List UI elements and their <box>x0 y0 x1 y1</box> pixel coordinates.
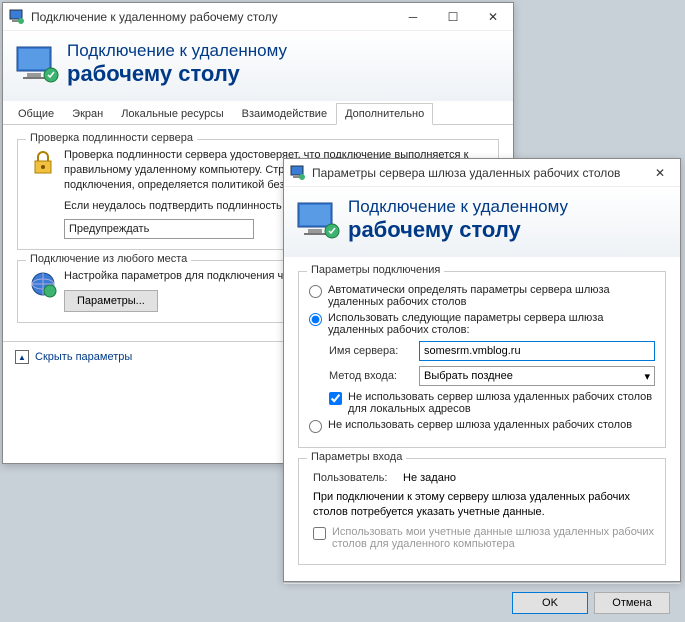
server-auth-legend: Проверка подлинности сервера <box>26 132 197 144</box>
radio-auto-detect[interactable]: Автоматически определять параметры серве… <box>309 284 655 308</box>
logon-params-legend: Параметры входа <box>307 451 406 463</box>
titlebar[interactable]: Параметры сервера шлюза удаленных рабочи… <box>284 159 680 187</box>
chevron-down-icon: ▾ <box>644 370 650 383</box>
banner-icon <box>296 201 340 239</box>
rdc-icon <box>9 9 25 25</box>
close-button[interactable]: ✕ <box>640 159 680 187</box>
ok-button[interactable]: OK <box>512 592 588 614</box>
tab-local-resources[interactable]: Локальные ресурсы <box>112 103 232 125</box>
banner-line2: рабочему столу <box>348 217 568 243</box>
titlebar[interactable]: Подключение к удаленному рабочему столу … <box>3 3 513 31</box>
share-creds-checkbox[interactable]: Использовать мои учетные данные шлюза уд… <box>313 526 655 550</box>
banner-line2: рабочему столу <box>67 61 287 87</box>
cancel-button[interactable]: Отмена <box>594 592 670 614</box>
lock-icon <box>28 148 58 178</box>
maximize-button[interactable]: ☐ <box>433 3 473 31</box>
close-button[interactable]: ✕ <box>473 3 513 31</box>
server-name-input[interactable] <box>419 341 655 361</box>
banner: Подключение к удаленному рабочему столу <box>3 31 513 101</box>
logon-method-label: Метод входа: <box>329 370 419 382</box>
tab-advanced[interactable]: Дополнительно <box>336 103 433 125</box>
connection-params-legend: Параметры подключения <box>307 264 444 276</box>
banner-icon <box>15 45 59 83</box>
connect-anywhere-legend: Подключение из любого места <box>26 253 191 265</box>
tab-display[interactable]: Экран <box>63 103 112 125</box>
gateway-settings-button[interactable]: Параметры... <box>64 290 158 312</box>
logon-params-group: Параметры входа Пользователь: Не задано … <box>298 458 666 565</box>
titlebar-title: Параметры сервера шлюза удаленных рабочи… <box>312 166 640 180</box>
user-label: Пользователь: <box>313 472 403 484</box>
auth-fail-combo[interactable]: Предупреждать <box>64 219 254 239</box>
dialog-buttons: OK Отмена <box>284 583 680 622</box>
banner-line1: Подключение к удаленному <box>348 197 568 217</box>
logon-hint: При подключении к этому серверу шлюза уд… <box>313 490 651 520</box>
radio-use-settings[interactable]: Использовать следующие параметры сервера… <box>309 312 655 336</box>
tab-experience[interactable]: Взаимодействие <box>233 103 336 125</box>
gateway-settings-dialog: Параметры сервера шлюза удаленных рабочи… <box>283 158 681 582</box>
minimize-button[interactable]: ─ <box>393 3 433 31</box>
banner-line1: Подключение к удаленному <box>67 41 287 61</box>
tab-general[interactable]: Общие <box>9 103 63 125</box>
titlebar-title: Подключение к удаленному рабочему столу <box>31 10 393 24</box>
radio-no-gateway[interactable]: Не использовать сервер шлюза удаленных р… <box>309 419 655 433</box>
logon-method-combo[interactable]: Выбрать позднее ▾ <box>419 366 655 386</box>
banner: Подключение к удаленному рабочему столу <box>284 187 680 257</box>
server-name-label: Имя сервера: <box>329 345 419 357</box>
connection-params-group: Параметры подключения Автоматически опре… <box>298 271 666 448</box>
hide-options-link[interactable]: ▲ Скрыть параметры <box>15 350 132 364</box>
globe-icon <box>28 269 58 299</box>
user-value: Не задано <box>403 472 655 484</box>
chevron-up-icon: ▲ <box>15 350 29 364</box>
bypass-local-checkbox[interactable]: Не использовать сервер шлюза удаленных р… <box>329 391 655 415</box>
rdc-icon <box>290 165 306 181</box>
tabs: Общие Экран Локальные ресурсы Взаимодейс… <box>3 103 513 125</box>
